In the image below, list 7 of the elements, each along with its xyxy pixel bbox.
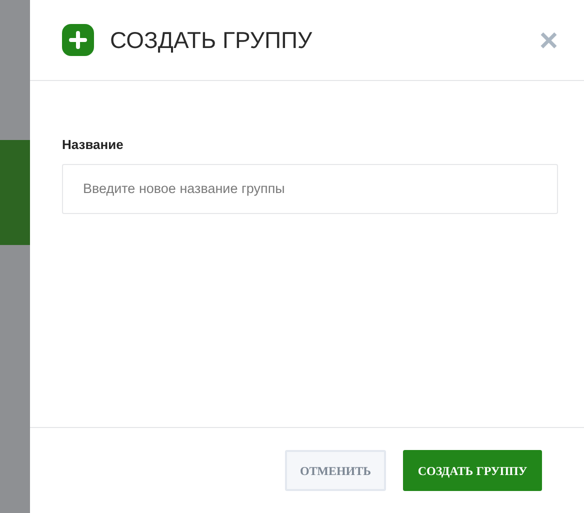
- cancel-button[interactable]: ОТМЕНИТЬ: [285, 450, 386, 491]
- dialog-title: СОЗДАТЬ ГРУППУ: [110, 26, 314, 55]
- create-button[interactable]: СОЗДАТЬ ГРУППУ: [403, 450, 542, 491]
- plus-icon: [62, 24, 94, 56]
- field-label: Название: [62, 136, 124, 154]
- close-button[interactable]: ×: [537, 24, 560, 56]
- name-input-field[interactable]: Введите новое название группы: [62, 164, 558, 214]
